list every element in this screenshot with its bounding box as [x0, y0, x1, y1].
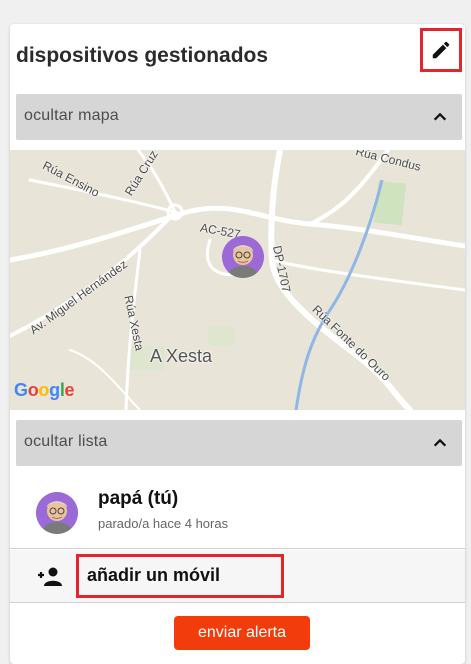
map-view[interactable]: Rúa Ensino Rúa Cruz Rúa Condus AC-527 DP… — [10, 150, 465, 410]
device-avatar — [36, 492, 78, 534]
google-logo: Google — [14, 380, 75, 400]
card-header: dispositivos gestionados — [10, 24, 465, 90]
device-status: parado/a hace 4 horas — [98, 516, 229, 531]
add-device-label: añadir un móvil — [87, 565, 221, 585]
managed-devices-card: dispositivos gestionados ocultar mapa Rú… — [10, 24, 465, 664]
add-person-icon — [38, 567, 62, 586]
map-label-a-xesta: A Xesta — [150, 346, 213, 366]
chevron-up-icon — [433, 112, 447, 121]
device-map-marker[interactable] — [222, 236, 264, 278]
add-device-row[interactable]: añadir un móvil — [10, 550, 465, 603]
device-name: papá (tú) — [98, 488, 179, 509]
toggle-list-label: ocultar lista — [24, 433, 108, 450]
device-list-item[interactable]: papá (tú) parado/a hace 4 horas — [10, 474, 465, 549]
send-alert-button[interactable]: enviar alerta — [174, 616, 310, 650]
edit-button[interactable] — [420, 28, 462, 72]
pencil-icon — [432, 41, 450, 59]
toggle-map-label: ocultar mapa — [24, 107, 119, 124]
elderly-man-icon — [36, 492, 78, 534]
toggle-list-button[interactable]: ocultar lista — [16, 420, 462, 466]
elderly-man-icon — [222, 236, 264, 278]
chevron-up-icon — [433, 438, 447, 447]
add-device-button[interactable]: añadir un móvil — [76, 554, 284, 598]
toggle-map-button[interactable]: ocultar mapa — [16, 94, 462, 140]
card-title: dispositivos gestionados — [16, 44, 269, 67]
